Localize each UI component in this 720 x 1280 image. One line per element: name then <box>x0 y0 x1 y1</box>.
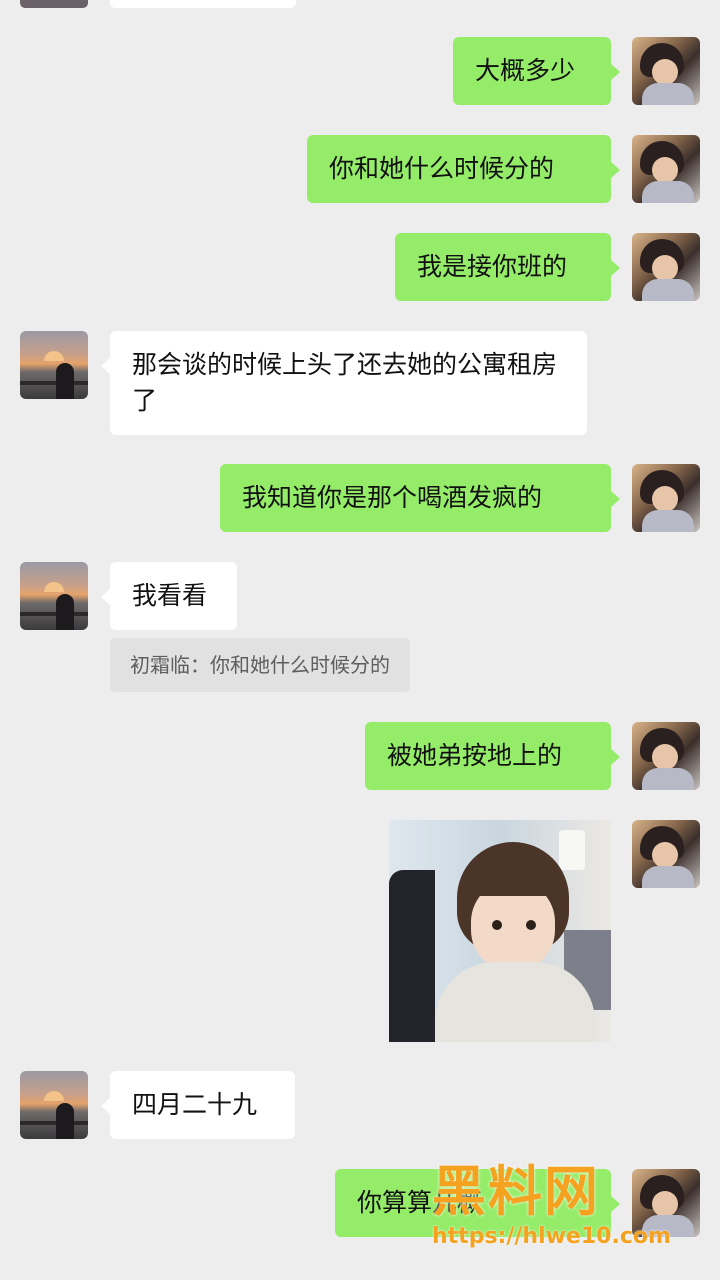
image-message[interactable] <box>389 820 611 1042</box>
contact-avatar[interactable] <box>20 1071 88 1139</box>
message-bubble-sent[interactable]: 我是接你班的 <box>395 233 620 301</box>
message-bubble-sent[interactable]: 被她弟按地上的 <box>365 722 620 790</box>
watermark: 黑料网 https://hlwe10.com <box>432 1160 702 1256</box>
message-bubble-fragment <box>110 0 296 8</box>
message-bubble-sent[interactable]: 大概多少 <box>453 37 620 105</box>
my-avatar[interactable] <box>632 722 700 790</box>
contact-avatar[interactable] <box>20 562 88 630</box>
watermark-logo: 黑料网 <box>432 1160 600 1223</box>
message-bubble-received[interactable]: 那会谈的时候上头了还去她的公寓租房了 <box>101 331 587 435</box>
my-avatar[interactable] <box>632 464 700 532</box>
contact-avatar[interactable] <box>20 331 88 399</box>
message-bubble-received[interactable]: 四月二十九 <box>101 1071 295 1139</box>
my-avatar[interactable] <box>632 820 700 888</box>
watermark-url: https://hlwe10.com <box>432 1224 671 1249</box>
message-bubble-sent[interactable]: 我知道你是那个喝酒发疯的 <box>220 464 620 532</box>
message-bubble-received[interactable]: 我看看 <box>101 562 237 630</box>
my-avatar[interactable] <box>632 37 700 105</box>
message-bubble-sent[interactable]: 你和她什么时候分的 <box>307 135 620 203</box>
avatar-fragment <box>20 0 88 8</box>
quoted-message[interactable]: 初霜临：你和她什么时候分的 <box>110 638 410 692</box>
my-avatar[interactable] <box>632 233 700 301</box>
my-avatar[interactable] <box>632 135 700 203</box>
